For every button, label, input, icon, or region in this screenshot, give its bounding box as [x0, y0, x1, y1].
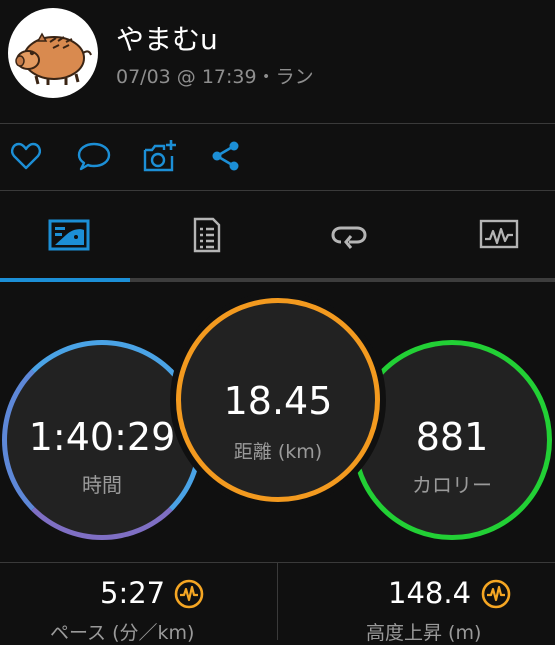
calories-label: カロリー	[412, 473, 492, 497]
add-photo-button[interactable]	[142, 138, 178, 174]
add-photo-icon	[143, 140, 176, 172]
distance-label-text: 距離	[233, 441, 272, 463]
distance-value: 18.45	[223, 379, 333, 423]
elevation-value: 148.4	[388, 576, 472, 610]
comment-button[interactable]	[76, 138, 112, 174]
stats-tab-icon	[48, 219, 90, 251]
elevation-metric[interactable]: 148.4 高度上昇 (m)	[278, 562, 555, 644]
laps-tab-icon	[331, 226, 367, 249]
elevation-label: 高度上昇 (m)	[366, 622, 482, 644]
distance-label: 距離 (km)	[181, 437, 375, 464]
activity-badge-icon	[481, 579, 511, 609]
chart-tab-icon	[479, 219, 519, 249]
details-tab-icon	[193, 217, 221, 253]
pace-metric[interactable]: 5:27 ペース (分／km)	[0, 562, 277, 644]
summary-stats: 1:40:29 時間 881 カロリー 18.45 距離 (km)	[0, 282, 555, 562]
distance-stat[interactable]: 18.45 距離 (km)	[176, 298, 380, 502]
action-bar	[0, 124, 555, 190]
calories-stat[interactable]: 881 カロリー	[352, 340, 552, 540]
time-stat[interactable]: 1:40:29 時間	[2, 340, 202, 540]
tab-stats[interactable]	[0, 192, 138, 278]
activity-badge-icon	[174, 579, 204, 609]
comment-icon	[77, 142, 111, 171]
activity-meta: 07/03 @ 17:39・ラン	[116, 66, 314, 88]
pace-value: 5:27	[100, 576, 166, 610]
time-label: 時間	[82, 473, 122, 497]
distance-unit: (km)	[277, 441, 323, 463]
tab-details[interactable]	[138, 192, 276, 278]
metrics-row: 5:27 ペース (分／km) 148.4 高度上昇 (m)	[0, 562, 555, 644]
boar-avatar-icon	[15, 32, 92, 85]
tab-bar	[0, 192, 555, 278]
activity-header: やまむu 07/03 @ 17:39・ラン	[0, 0, 555, 123]
share-button[interactable]	[208, 138, 244, 174]
avatar[interactable]	[8, 8, 98, 98]
username[interactable]: やまむu	[116, 18, 218, 58]
like-button[interactable]	[8, 138, 44, 174]
heart-icon	[11, 142, 41, 170]
pace-label: ペース (分／km)	[50, 622, 195, 644]
share-icon	[212, 141, 239, 171]
calories-value: 881	[415, 415, 489, 459]
divider	[0, 190, 555, 191]
time-value: 1:40:29	[28, 415, 176, 459]
tab-chart[interactable]	[430, 192, 555, 278]
tab-laps[interactable]	[280, 192, 418, 278]
